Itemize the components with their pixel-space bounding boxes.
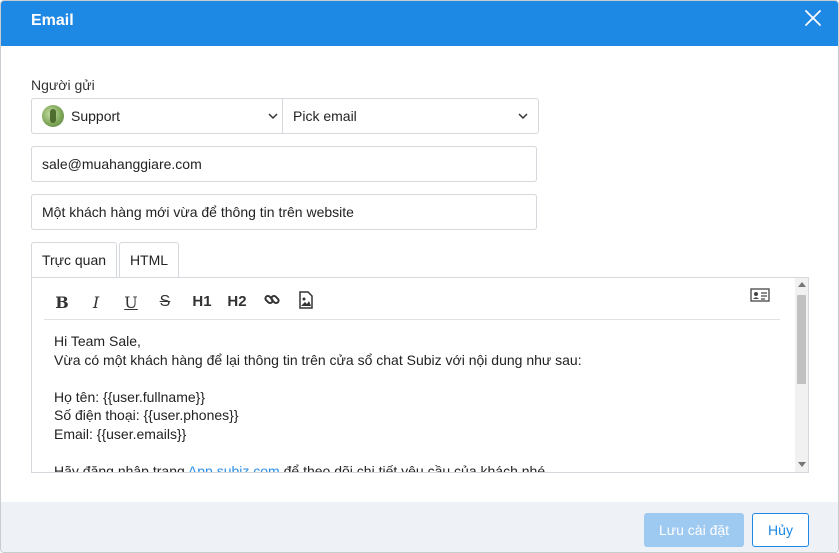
underline-button[interactable]: U <box>121 293 141 313</box>
agent-select-value: Support <box>71 108 121 124</box>
body-line: Số điện thoại: {{user.phones}} <box>54 407 239 423</box>
image-icon[interactable] <box>298 291 314 311</box>
body-line: Hãy đăng nhập trang App.subiz.com để the… <box>54 462 794 473</box>
scroll-thumb[interactable] <box>797 295 806 384</box>
modal-footer: Lưu cài đặt Hủy <box>1 502 838 552</box>
from-email-field[interactable]: sale@muahanggiare.com <box>31 146 537 182</box>
contact-card-icon[interactable] <box>750 288 770 308</box>
tab-visual[interactable]: Trực quan <box>31 242 117 278</box>
body-line: Hi Team Sale, <box>54 333 141 349</box>
link-icon[interactable] <box>262 291 282 311</box>
email-body-editor[interactable]: B I U S H1 H2 Hi Team Sale, Vừa có một k… <box>31 277 809 473</box>
body-line: Email: {{user.emails}} <box>54 425 187 442</box>
sender-label: Người gửi <box>31 77 95 93</box>
email-select[interactable]: Pick email <box>283 99 538 133</box>
body-text: Hãy đăng nhập trang <box>54 462 188 473</box>
email-body-content[interactable]: Hi Team Sale, Vừa có một khách hàng để l… <box>54 332 794 473</box>
agent-select[interactable]: Support <box>32 99 283 133</box>
save-button[interactable]: Lưu cài đặt <box>644 513 744 547</box>
sender-select-group: Support Pick email <box>31 98 539 134</box>
italic-button[interactable]: I <box>87 293 105 313</box>
scroll-down-icon[interactable] <box>798 462 806 467</box>
modal-title: Email <box>31 12 74 29</box>
close-icon[interactable] <box>801 6 825 30</box>
editor-scrollbar[interactable] <box>795 278 808 472</box>
scroll-up-icon[interactable] <box>798 282 806 287</box>
body-text: để theo dõi chi tiết yêu cầu của khách n… <box>279 462 550 473</box>
subject-field[interactable]: Một khách hàng mới vừa để thông tin trên… <box>31 194 537 230</box>
tab-html[interactable]: HTML <box>119 242 179 278</box>
chevron-down-icon <box>268 113 278 120</box>
cancel-button[interactable]: Hủy <box>752 513 809 547</box>
email-select-value: Pick email <box>293 108 357 124</box>
bold-button[interactable]: B <box>52 293 72 313</box>
app-subiz-link[interactable]: App.subiz.com <box>188 463 280 473</box>
agent-avatar <box>42 105 64 127</box>
editor-toolbar: B I U S H1 H2 <box>44 286 780 320</box>
chevron-down-icon <box>518 113 528 120</box>
body-blank-line <box>54 369 794 388</box>
heading2-button[interactable]: H2 <box>225 293 249 313</box>
modal-header: Email <box>1 1 838 46</box>
body-blank-line <box>54 443 794 462</box>
email-modal: Email Người gửi Support Pick email sale@… <box>0 0 839 553</box>
heading1-button[interactable]: H1 <box>190 293 214 313</box>
body-line: Họ tên: {{user.fullname}} <box>54 388 205 405</box>
strikethrough-button[interactable]: S <box>156 293 174 313</box>
body-line: Vừa có một khách hàng để lại thông tin t… <box>54 351 582 368</box>
